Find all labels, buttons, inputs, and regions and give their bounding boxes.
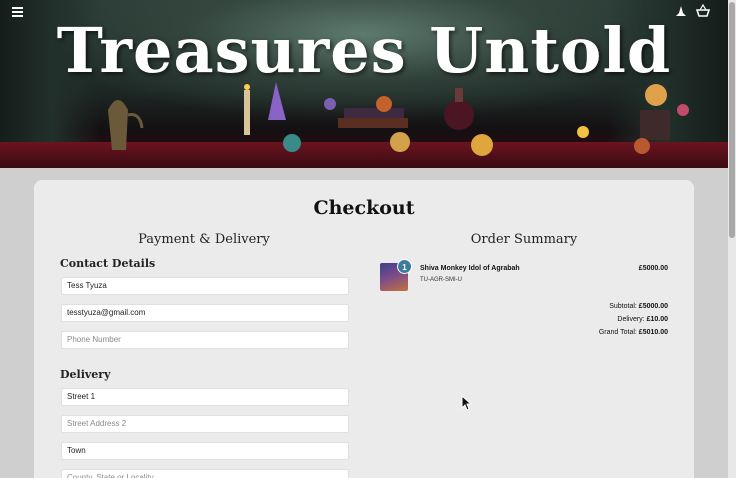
checkout-card: Checkout Payment & Delivery Order Summar…	[34, 180, 694, 478]
town-field[interactable]: Town	[61, 442, 349, 460]
phone-field[interactable]: Phone Number	[61, 331, 349, 349]
street2-field[interactable]: Street Address 2	[61, 415, 349, 433]
grand-total-label: Grand Total:	[598, 329, 637, 336]
scrollbar-thumb[interactable]	[729, 2, 735, 238]
delivery-label: Delivery	[60, 368, 111, 381]
contact-details-label: Contact Details	[60, 257, 156, 270]
quantity-badge: 1	[397, 259, 412, 274]
payment-delivery-heading: Payment & Delivery	[138, 232, 270, 247]
mouse-cursor-icon	[461, 395, 471, 411]
delivery-row: Delivery: £10.00	[599, 313, 668, 326]
product-price: £5000.00	[638, 265, 668, 272]
delivery-cost-label: Delivery:	[617, 316, 645, 323]
product-sku: TU-AGR-SMI-U	[420, 277, 462, 283]
name-field[interactable]: Tess Tyuza	[61, 277, 349, 295]
subtotal-row: Subtotal: £5000.00	[599, 300, 668, 313]
subtotal-value: £5000.00	[638, 303, 668, 310]
county-field[interactable]: County, State or Locality	[61, 469, 349, 478]
grand-total-row: Grand Total: £5010.00	[599, 326, 668, 339]
page-title: Checkout	[313, 197, 415, 219]
subtotal-label: Subtotal:	[609, 303, 637, 310]
order-totals: Subtotal: £5000.00 Delivery: £10.00 Gran…	[599, 300, 668, 339]
page-scrollbar[interactable]	[728, 0, 736, 478]
street1-field[interactable]: Street 1	[61, 388, 349, 406]
grand-total-value: £5010.00	[638, 329, 668, 336]
header-banner: Treasures Untold	[0, 0, 728, 168]
email-field[interactable]: tesstyuza@gmail.com	[61, 304, 349, 322]
order-summary-heading: Order Summary	[470, 232, 578, 247]
product-name: Shiva Monkey Idol of Agrabah	[420, 265, 520, 272]
teapot-shape	[108, 100, 128, 150]
site-title[interactable]: Treasures Untold	[0, 14, 728, 87]
delivery-cost-value: £10.00	[646, 316, 668, 323]
